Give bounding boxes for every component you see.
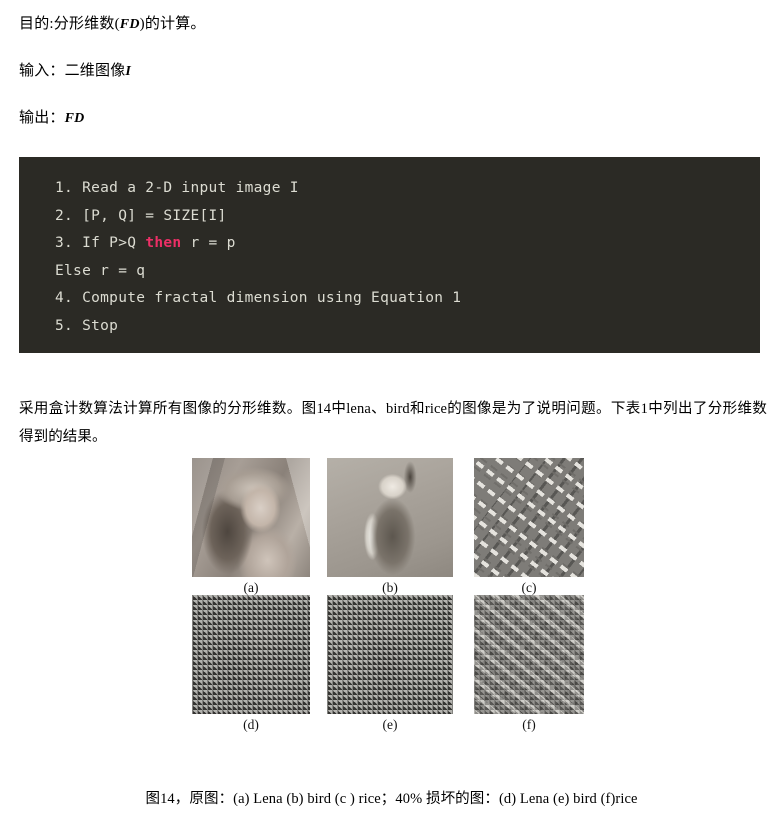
code-line-3: 3. If P>Q then r = p: [55, 230, 760, 258]
figure-cell-lena-original: (a): [190, 458, 312, 598]
algorithm-purpose-line: 目的:分形维数(FD)的计算。: [19, 14, 206, 35]
figure-label-f: (f): [522, 717, 536, 732]
code-line-2: 2. [P, Q] = SIZE[I]: [55, 207, 227, 224]
purpose-variable: FD: [119, 17, 140, 32]
image-rice-corrupted: [474, 595, 584, 714]
code-line-1: 1. Read a 2-D input image I: [55, 180, 299, 196]
code-keyword-then: then: [145, 235, 182, 251]
figure-label-d: (d): [243, 717, 259, 732]
figure-14-image-grid: (a) (b) (c) (d) (e) (f): [190, 458, 590, 743]
body-paragraph: 采用盒计数算法计算所有图像的分形维数。图14中lena、bird和rice的图像…: [19, 400, 767, 445]
code-line-5: 4. Compute fractal dimension using Equat…: [55, 290, 462, 306]
figure-cell-bird-corrupted: (e): [327, 595, 453, 735]
code-line-3-prefix: 3. If P>Q: [55, 235, 146, 251]
purpose-label: 目的:: [19, 16, 54, 32]
code-line-6: 5. Stop: [55, 317, 119, 334]
algorithm-output-line: 输出：FD: [19, 108, 84, 129]
figure-cell-rice-original: (c): [468, 458, 590, 598]
photo-surface-icon: [327, 458, 453, 577]
figure-label-c: (c): [521, 580, 537, 595]
image-bird-original: [327, 458, 453, 577]
figure-row-corrupted: (d) (e) (f): [190, 595, 590, 735]
algorithm-input-line: 输入：二维图像I: [19, 61, 131, 82]
code-line-4: Else r = q: [55, 262, 146, 279]
algorithm-code-block: 1. Read a 2-D input image I 2. [P, Q] = …: [19, 157, 760, 353]
input-variable: I: [125, 64, 132, 79]
image-rice-original: [474, 458, 584, 577]
input-label: 输入：二维图像: [19, 63, 126, 79]
image-bird-corrupted: [327, 595, 453, 714]
figure-caption: 图14，原图：(a) Lena (b) bird (c ) rice；40% 损…: [145, 791, 638, 807]
image-lena-corrupted: [192, 595, 310, 714]
image-lena-original: [192, 458, 310, 577]
figure-cell-lena-corrupted: (d): [190, 595, 312, 735]
figure-cell-rice-corrupted: (f): [468, 595, 590, 735]
photo-surface-icon: [474, 458, 584, 577]
code-line-3-suffix: r = p: [181, 235, 236, 251]
figure-label-a: (a): [243, 580, 259, 595]
photo-surface-icon: [192, 458, 310, 577]
noise-overlay-icon: [474, 595, 584, 714]
figure-label-b: (b): [382, 580, 398, 595]
figure-row-originals: (a) (b) (c): [190, 458, 590, 598]
noise-overlay-icon: [192, 595, 310, 714]
output-label: 输出：: [19, 110, 65, 126]
output-variable: FD: [64, 111, 85, 126]
noise-overlay-icon: [327, 595, 453, 714]
purpose-text: 分形维数(: [53, 16, 120, 32]
figure-cell-bird-original: (b): [327, 458, 453, 598]
purpose-tail: )的计算。: [139, 16, 206, 32]
figure-label-e: (e): [382, 717, 398, 732]
